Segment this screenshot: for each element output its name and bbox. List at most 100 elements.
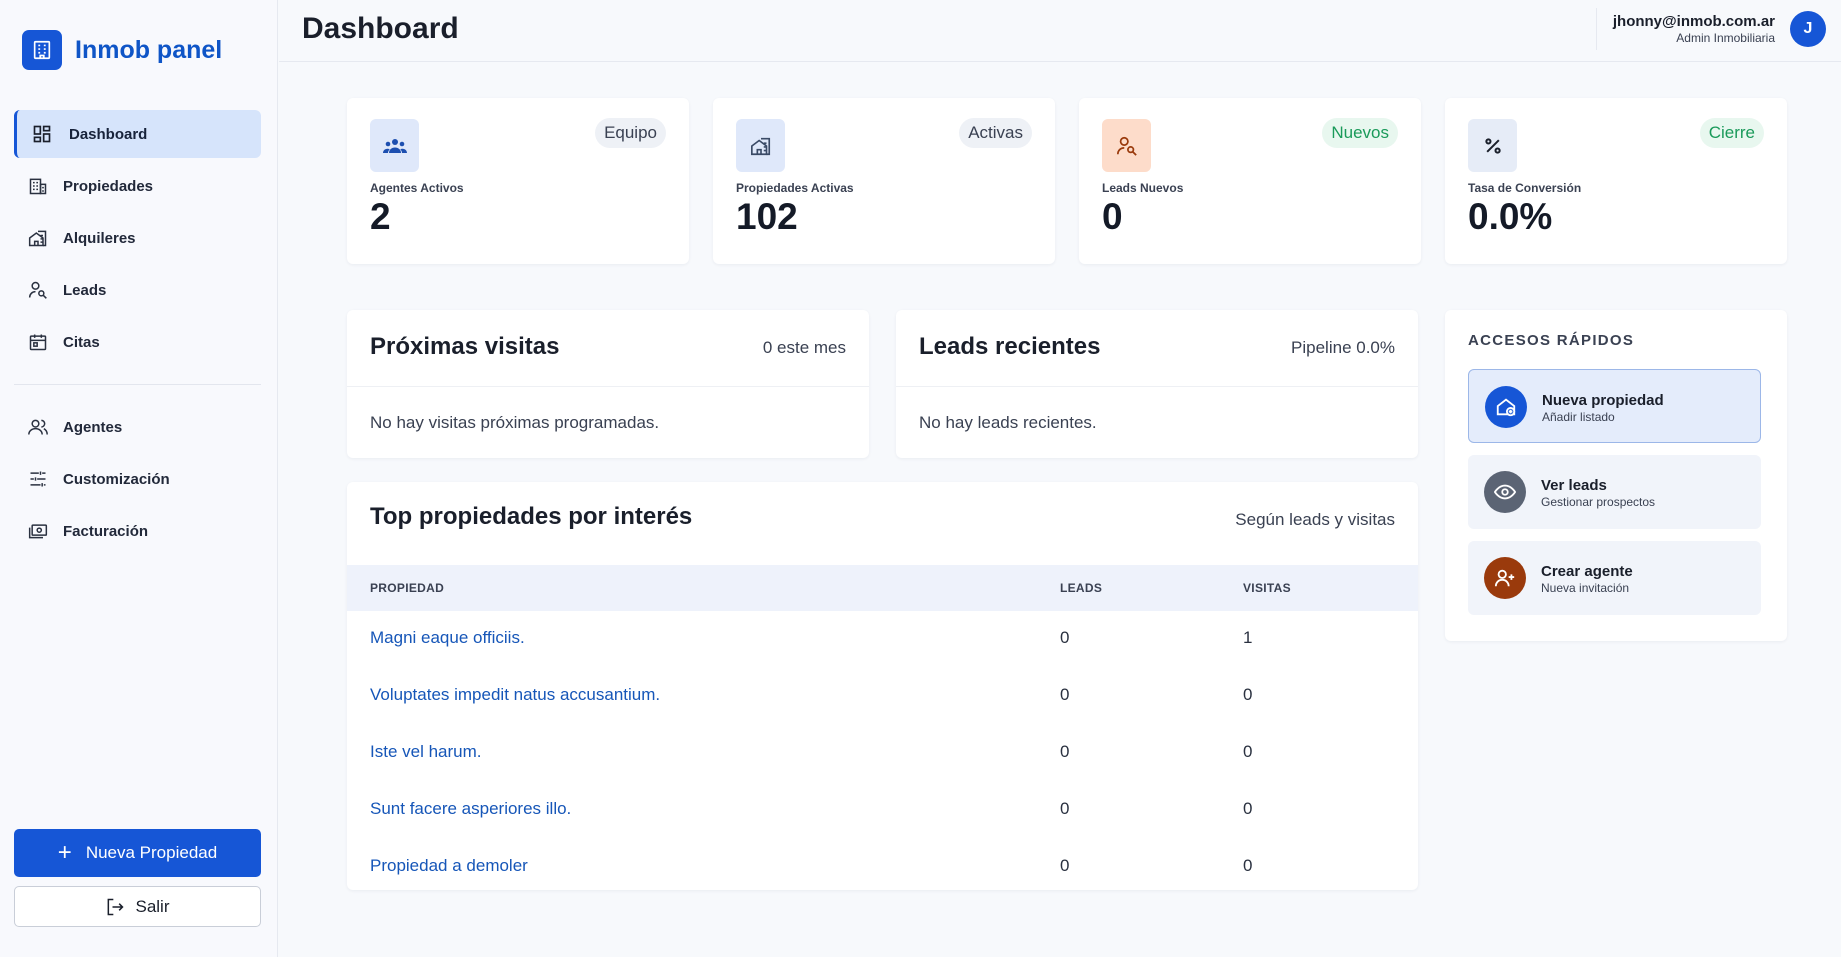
property-link[interactable]: Sunt facere asperiores illo. xyxy=(370,799,571,819)
logout-label: Salir xyxy=(135,896,170,916)
sidebar-item-label: Dashboard xyxy=(69,125,148,143)
people-icon xyxy=(27,416,49,438)
sidebar-item-label: Facturación xyxy=(63,522,149,540)
table-row: Voluptates impedit natus accusantium. 0 … xyxy=(347,668,1418,725)
sidebar: Inmob panel Dashboard Propiedades Alquil… xyxy=(0,0,278,957)
sidebar-item-label: Leads xyxy=(63,281,107,299)
quick-access-label: Nueva propiedad xyxy=(1542,392,1664,409)
sidebar-item-dashboard[interactable]: Dashboard xyxy=(14,110,261,158)
card-meta: Según leads y visitas xyxy=(1235,510,1395,529)
sidebar-item-facturacion[interactable]: Facturación xyxy=(14,507,261,555)
logout-button[interactable]: Salir xyxy=(14,886,261,927)
calendar-icon xyxy=(27,331,49,353)
property-link[interactable]: Voluptates impedit natus accusantium. xyxy=(370,685,660,705)
card-title: Top propiedades por interés xyxy=(370,503,693,530)
building-icon xyxy=(27,175,49,197)
brand[interactable]: Inmob panel xyxy=(22,30,222,70)
stat-card-conversion: Cierre Tasa de Conversión 0.0% xyxy=(1445,98,1787,264)
upcoming-visits-card: Próximas visitas 0 este mes No hay visit… xyxy=(347,310,869,458)
table-row: Magni eaque officiis. 0 1 xyxy=(347,611,1418,668)
empty-message: No hay leads recientes. xyxy=(919,413,1097,432)
recent-leads-card: Leads recientes Pipeline 0.0% No hay lea… xyxy=(896,310,1418,458)
sidebar-item-label: Agentes xyxy=(63,418,123,436)
stat-label: Tasa de Conversión xyxy=(1468,181,1582,195)
stat-card-propiedades: Activas Propiedades Activas 102 xyxy=(713,98,1055,264)
stat-badge: Nuevos xyxy=(1322,118,1398,148)
table-row: Iste vel harum. 0 0 xyxy=(347,725,1418,782)
stat-label: Agentes Activos xyxy=(370,181,464,195)
stat-badge: Activas xyxy=(959,118,1032,148)
stat-card-agentes: Equipo Agentes Activos 2 xyxy=(347,98,689,264)
sliders-icon xyxy=(27,468,49,490)
sidebar-item-customizacion[interactable]: Customización xyxy=(14,455,261,503)
person-add-icon xyxy=(1484,557,1526,599)
card-title: Leads recientes xyxy=(919,333,1101,360)
stat-value: 0 xyxy=(1102,196,1123,237)
property-link[interactable]: Magni eaque officiis. xyxy=(370,628,525,648)
sidebar-item-alquileres[interactable]: Alquileres xyxy=(14,214,261,262)
quick-access-label: Crear agente xyxy=(1541,563,1633,580)
visits-count: 0 xyxy=(1243,799,1253,818)
quick-access-title: ACCESOS RÁPIDOS xyxy=(1468,332,1635,349)
leads-count: 0 xyxy=(1060,742,1070,761)
stat-card-leads: Nuevos Leads Nuevos 0 xyxy=(1079,98,1421,264)
sidebar-item-leads[interactable]: Leads xyxy=(14,266,261,314)
property-link[interactable]: Propiedad a demoler xyxy=(370,856,528,876)
person-search-icon xyxy=(27,279,49,301)
visits-count: 0 xyxy=(1243,856,1253,875)
user-divider xyxy=(1596,8,1597,50)
visits-count: 1 xyxy=(1243,628,1253,647)
card-title: Próximas visitas xyxy=(370,333,560,360)
quick-view-leads-button[interactable]: Ver leads Gestionar prospectos xyxy=(1468,455,1761,529)
dashboard-icon xyxy=(31,123,53,145)
person-search-icon xyxy=(1102,119,1151,172)
home-add-icon xyxy=(1485,386,1527,428)
new-property-button[interactable]: + Nueva Propiedad xyxy=(14,829,261,877)
user-email: jhonny@inmob.com.ar xyxy=(1612,13,1775,30)
sidebar-nav: Dashboard Propiedades Alquileres Leads C… xyxy=(14,110,261,559)
table-row: Sunt facere asperiores illo. 0 0 xyxy=(347,782,1418,839)
stat-value: 102 xyxy=(736,196,798,237)
column-header[interactable]: PROPIEDAD xyxy=(370,581,444,595)
brand-title: Inmob panel xyxy=(75,35,223,64)
billing-icon xyxy=(27,520,49,542)
stat-label: Propiedades Activas xyxy=(736,181,854,195)
leads-count: 0 xyxy=(1060,628,1070,647)
page-title: Dashboard xyxy=(302,12,459,45)
leads-count: 0 xyxy=(1060,799,1070,818)
logout-icon xyxy=(105,897,125,917)
building-logo-icon xyxy=(22,30,62,70)
quick-access-sub: Gestionar prospectos xyxy=(1541,495,1656,509)
new-property-label: Nueva Propiedad xyxy=(85,843,218,862)
leads-count: 0 xyxy=(1060,856,1070,875)
quick-access-label: Ver leads xyxy=(1541,477,1607,494)
stat-label: Leads Nuevos xyxy=(1102,181,1184,195)
sidebar-item-agentes[interactable]: Agentes xyxy=(14,403,261,451)
column-header[interactable]: VISITAS xyxy=(1243,581,1291,595)
quick-access-card: ACCESOS RÁPIDOS Nueva propiedad Añadir l… xyxy=(1445,310,1787,641)
user-info[interactable]: jhonny@inmob.com.ar Admin Inmobiliaria xyxy=(1613,13,1775,45)
avatar[interactable]: J xyxy=(1790,11,1826,47)
quick-access-sub: Nueva invitación xyxy=(1541,581,1630,595)
quick-create-agent-button[interactable]: Crear agente Nueva invitación xyxy=(1468,541,1761,615)
home-rent-icon xyxy=(27,227,49,249)
stat-value: 0.0% xyxy=(1468,196,1553,237)
sidebar-item-propiedades[interactable]: Propiedades xyxy=(14,162,261,210)
percent-icon xyxy=(1468,119,1517,172)
visits-count: 0 xyxy=(1243,685,1253,704)
home-building-icon xyxy=(736,119,785,172)
quick-new-property-button[interactable]: Nueva propiedad Añadir listado xyxy=(1468,369,1761,443)
leads-count: 0 xyxy=(1060,685,1070,704)
empty-message: No hay visitas próximas programadas. xyxy=(370,413,660,432)
property-link[interactable]: Iste vel harum. xyxy=(370,742,482,762)
sidebar-item-citas[interactable]: Citas xyxy=(14,318,261,366)
plus-icon: + xyxy=(57,839,72,866)
sidebar-divider xyxy=(14,384,261,385)
user-role: Admin Inmobiliaria xyxy=(1676,31,1775,45)
column-header[interactable]: LEADS xyxy=(1060,581,1102,595)
stat-badge: Cierre xyxy=(1699,118,1764,148)
stat-badge: Equipo xyxy=(595,118,666,148)
card-header: Leads recientes Pipeline 0.0% xyxy=(896,310,1418,387)
table-row: Propiedad a demoler 0 0 xyxy=(347,839,1418,896)
sidebar-item-label: Propiedades xyxy=(63,177,154,195)
